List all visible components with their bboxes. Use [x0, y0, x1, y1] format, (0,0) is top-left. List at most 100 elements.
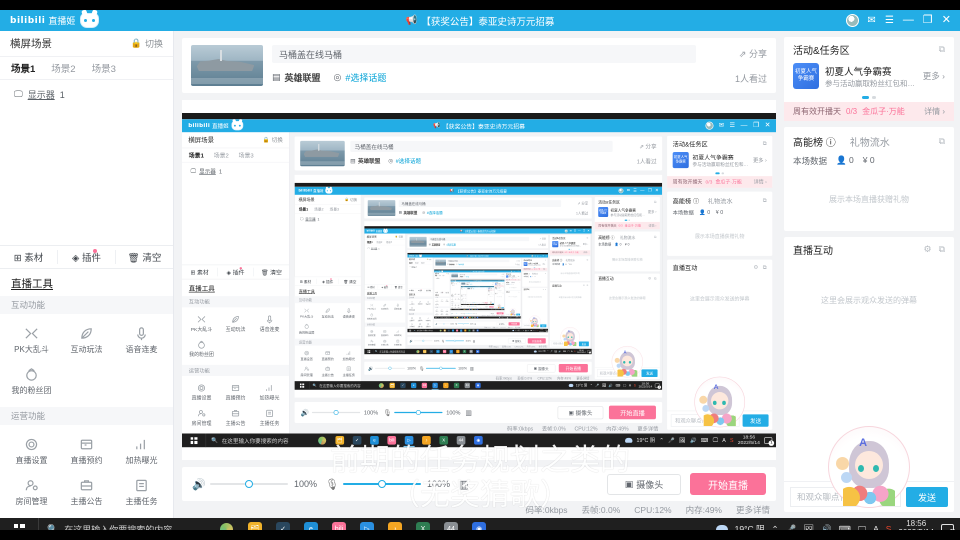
- tool-voice-chat[interactable]: 语音连麦: [114, 321, 169, 362]
- cortana-icon[interactable]: [439, 329, 443, 332]
- mic-knob[interactable]: [439, 366, 443, 370]
- file-explorer-icon[interactable]: 🗂: [332, 433, 348, 447]
- keyboard-icon[interactable]: ⌨: [701, 437, 709, 444]
- ime-indicator[interactable]: A: [629, 383, 631, 387]
- start-live-button[interactable]: 开始直播: [527, 338, 546, 344]
- tab-scene-1[interactable]: 场景1: [189, 151, 204, 160]
- excel-icon[interactable]: X: [436, 433, 452, 447]
- task-detail-link[interactable]: 详情 ›: [648, 223, 656, 227]
- mic-knob[interactable]: [462, 323, 464, 325]
- more-details-link[interactable]: 更多详情: [576, 376, 589, 381]
- share-button[interactable]: ⇗ 分享: [739, 47, 767, 60]
- share-button[interactable]: ⇗ 分享: [578, 201, 589, 206]
- task-progress-strip[interactable]: 周有效开播天 0/3 金瓜子·万能 详情 ›: [522, 267, 548, 271]
- popout-icon[interactable]: ⧉: [545, 273, 546, 275]
- stream-title-input[interactable]: 马桶盖在线马桶: [458, 273, 498, 276]
- volume-icon[interactable]: 🔊: [528, 330, 530, 332]
- tool-live-settings[interactable]: 直播设置: [184, 380, 218, 405]
- tool-host-tasks[interactable]: 主播任务: [444, 312, 449, 316]
- tab-scene-3[interactable]: 场景3: [239, 151, 254, 160]
- mic-track[interactable]: [343, 480, 422, 488]
- notes-icon[interactable]: 44: [453, 433, 469, 447]
- camera-button[interactable]: ▣ 摄像头: [557, 405, 604, 419]
- sogou-ime-icon[interactable]: S: [574, 350, 575, 352]
- tab-high-energy-rank[interactable]: 高能榜 ⓘ: [673, 196, 699, 205]
- speaker-slider[interactable]: 🔊 100%: [410, 339, 440, 342]
- tab-scene-3[interactable]: 场景3: [92, 61, 116, 75]
- scene-switch-button[interactable]: 🔒 切换: [395, 235, 403, 238]
- activity-more-link[interactable]: 更多 ›: [502, 284, 503, 285]
- popout-icon[interactable]: ⧉: [654, 235, 656, 239]
- windows-start-icon[interactable]: [364, 349, 373, 354]
- activity-item[interactable]: 初夏人气 争霸赛 初夏人气争霸赛 参与活动赢取粉丝红包和高额... 更多 ›: [784, 61, 954, 96]
- sogou-ime-icon[interactable]: S: [537, 330, 538, 331]
- clock[interactable]: 18:56 2022/5/14: [639, 382, 653, 389]
- stream-cover-image[interactable]: [461, 282, 466, 285]
- tool-fanclub[interactable]: 我的粉丝团: [408, 306, 416, 312]
- plugin-button[interactable]: ◈ 插件: [217, 267, 253, 277]
- tool-fanclub[interactable]: 我的粉丝团: [4, 362, 59, 403]
- scene-switch-button[interactable]: 🔒 切换: [263, 136, 283, 144]
- task-detail-link[interactable]: 详情 ›: [754, 179, 767, 186]
- mic-knob[interactable]: [468, 312, 470, 314]
- announcement-banner[interactable]: 📢 【获奖公告】泰亚史诗万元招募: [467, 255, 489, 257]
- tool-fanclub[interactable]: 我的粉丝团: [184, 337, 218, 362]
- camera-button[interactable]: ▣ 摄像头: [496, 322, 508, 326]
- notification-icon[interactable]: 1: [503, 308, 505, 310]
- close-button[interactable]: ✕: [655, 188, 659, 193]
- tab-scene-2[interactable]: 场景2: [376, 241, 382, 244]
- mail-icon[interactable]: ✉: [627, 189, 630, 193]
- notes-icon[interactable]: 44: [462, 381, 472, 389]
- stream-cover-image[interactable]: [409, 236, 427, 247]
- mail-icon[interactable]: ✉: [719, 122, 724, 129]
- windows-start-icon[interactable]: [182, 433, 206, 447]
- maximize-button[interactable]: ❐: [648, 188, 652, 193]
- scene-switch-button[interactable]: 🔒 切换: [345, 197, 357, 202]
- camera-button[interactable]: ▣ 摄像头: [489, 312, 496, 315]
- list-item[interactable]: 🖵 显示器 1: [435, 277, 448, 278]
- avatar[interactable]: [564, 229, 568, 233]
- tab-high-energy-rank[interactable]: 高能榜 ⓘ: [524, 272, 530, 275]
- audio-levels-icon[interactable]: ▥: [476, 313, 477, 314]
- popout-icon[interactable]: ⧉: [939, 136, 945, 147]
- tool-room-manage[interactable]: 房间管理: [408, 322, 416, 328]
- steam-icon[interactable]: ✓: [349, 433, 365, 447]
- task-progress-strip[interactable]: 周有效开播天 0/3 金瓜子·万能 详情 ›: [550, 250, 591, 255]
- microphone-icon[interactable]: 🎤: [668, 437, 675, 444]
- notification-icon[interactable]: 1: [519, 316, 521, 319]
- scene-switch-button[interactable]: 🔒 切换: [427, 258, 432, 260]
- list-item[interactable]: 🖵 显示器 1: [368, 247, 402, 250]
- tool-host-tasks[interactable]: 主播任务: [391, 338, 404, 348]
- ime-indicator[interactable]: A: [535, 330, 536, 331]
- speaker-knob[interactable]: [333, 409, 339, 415]
- start-live-button[interactable]: 开始直播: [558, 363, 588, 373]
- announcement-banner[interactable]: 📢 【获奖公告】泰亚史诗万元招募: [473, 280, 481, 281]
- bililive-icon[interactable]: ▷: [430, 381, 440, 390]
- tool-boost-exposure[interactable]: 加热曝光: [114, 432, 169, 473]
- search-input[interactable]: 🔍 在这里输入你要搜索的内容: [373, 348, 415, 354]
- speaker-track[interactable]: [375, 366, 405, 370]
- tool-pk-battle[interactable]: PK大乱斗: [408, 300, 416, 306]
- stream-title-input[interactable]: 马桶盖在线马桶: [350, 140, 613, 152]
- clear-button[interactable]: 🗑 清空: [424, 289, 433, 292]
- tool-host-announcement[interactable]: 主播公告: [59, 473, 114, 514]
- tool-live-schedule[interactable]: 直播预约: [378, 328, 391, 338]
- tool-pk-battle[interactable]: PK大乱斗: [4, 321, 59, 362]
- search-input[interactable]: 🔍 在这里输入你要搜索的内容: [452, 308, 463, 310]
- announcement-banner[interactable]: 📢 【获奖公告】泰亚史诗万元招募: [433, 121, 525, 130]
- list-item[interactable]: 🖵 显示器 1: [409, 266, 430, 268]
- file-explorer-icon[interactable]: 🗂: [387, 381, 397, 389]
- notification-icon[interactable]: 1: [545, 329, 548, 332]
- tab-scene-1[interactable]: 场景1: [299, 206, 308, 211]
- tool-live-settings[interactable]: 直播设置: [4, 432, 59, 473]
- area-selector[interactable]: ▤ 英雄联盟: [350, 157, 380, 165]
- topic-selector[interactable]: ◎ #选择话题: [388, 157, 421, 165]
- announcement-banner[interactable]: 📢 【获奖公告】泰亚史诗万元招募: [406, 14, 555, 28]
- hamburger-menu-icon[interactable]: ☰: [633, 189, 636, 193]
- microphone-icon[interactable]: 🎤: [550, 350, 553, 353]
- close-button[interactable]: ✕: [587, 229, 589, 233]
- announcement-banner[interactable]: 📢 【获奖公告】泰亚史诗万元招募: [460, 229, 495, 233]
- display-icon[interactable]: 🖵: [713, 437, 718, 444]
- tool-host-tasks[interactable]: 主播任务: [338, 364, 359, 380]
- tab-gift-flow[interactable]: 礼物流水: [708, 196, 733, 205]
